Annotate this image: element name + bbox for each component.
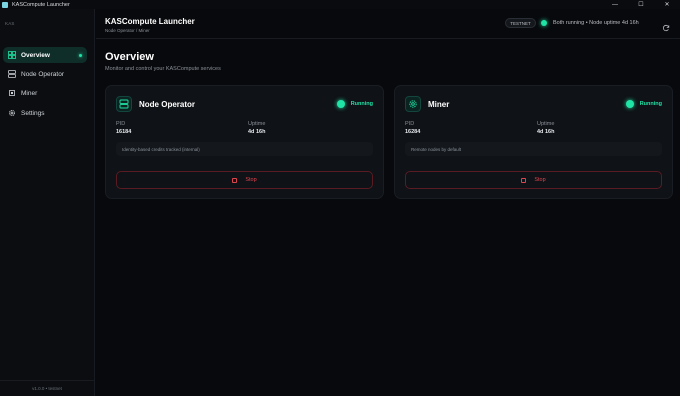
status-label: Running [350,101,373,107]
stop-icon [232,177,238,183]
network-badge: TESTNET [505,18,536,28]
window-title: KASCompute Launcher [12,1,70,8]
active-indicator [79,53,82,57]
sidebar-item-node-operator[interactable]: Node Operator [3,66,87,82]
sidebar-item-miner[interactable]: Miner [3,85,87,101]
stop-miner-button[interactable]: Stop [405,171,662,189]
header: KASCompute Launcher Node Operator / Mine… [96,9,680,39]
running-indicator [337,100,345,108]
close-button[interactable]: ✕ [654,0,680,9]
sidebar-item-label: Miner [21,89,38,97]
pid-value: 16284 [405,129,421,135]
refresh-icon[interactable] [662,19,670,32]
status-indicator [541,20,547,26]
page-subtitle: Monitor and control your KASCompute serv… [105,66,221,72]
version-label: v1.0.0 • testnet [0,380,94,396]
sidebar-item-label: Node Operator [21,70,64,78]
card-title: Miner [428,100,450,109]
global-status-text: Both running • Node uptime 4d 16h [553,20,639,26]
pid-label: PID [116,121,126,127]
card-title: Node Operator [139,100,196,109]
chip-icon [8,89,16,97]
status-label: Running [639,101,662,107]
pid-value: 16184 [116,129,132,135]
stop-label: Stop [245,177,257,183]
card-note: Identity-based credits tracked (internal… [116,142,373,156]
sidebar-item-settings[interactable]: Settings [3,105,87,121]
stop-node-button[interactable]: Stop [116,171,373,189]
uptime-value: 4d 16h [537,129,555,135]
page-title: Overview [105,51,154,63]
uptime-label: Uptime [537,121,555,127]
app-icon [2,1,8,8]
stop-label: Stop [534,177,546,183]
sidebar-item-overview[interactable]: Overview [3,47,87,63]
server-icon [8,70,16,78]
card-note: Remote nodes by default [405,142,662,156]
window-titlebar: KASCompute Launcher — ☐ ✕ [0,0,680,9]
chip-icon [405,96,421,112]
server-icon [116,96,132,112]
pid-label: PID [405,121,415,127]
sidebar-brand: KAS [5,21,15,26]
minimize-button[interactable]: — [602,0,628,9]
node-operator-card: Node Operator Running PID 16184 Uptime 4… [105,85,384,199]
gear-icon [8,109,16,117]
sidebar-item-label: Overview [21,51,50,59]
sidebar-item-label: Settings [21,109,45,117]
uptime-value: 4d 16h [248,129,266,135]
breadcrumb: Node Operator / Miner [105,28,150,33]
miner-card: Miner Running PID 16284 Uptime 4d 16h Re… [394,85,673,199]
stop-icon [521,177,527,183]
app-title: KASCompute Launcher [105,17,195,26]
grid-icon [8,51,16,59]
maximize-button[interactable]: ☐ [628,0,654,9]
uptime-label: Uptime [248,121,266,127]
running-indicator [626,100,634,108]
window-controls: — ☐ ✕ [602,0,680,9]
sidebar: KAS Overview Node Operator Miner Setting… [0,9,95,396]
